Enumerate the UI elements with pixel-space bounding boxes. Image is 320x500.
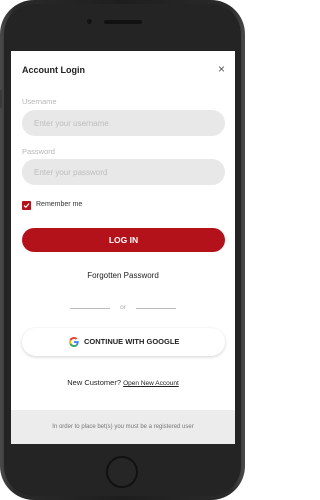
login-button[interactable]: LOG IN [22,228,225,252]
login-modal: Account Login × Username Password Rememb… [11,51,235,444]
password-label: Password [22,147,55,156]
google-button-label: CONTINUE WITH GOOGLE [84,337,180,346]
volume-button [0,90,2,108]
new-customer-row: New Customer? Open New Account [11,378,235,387]
earpiece-speaker [104,20,142,24]
modal-header: Account Login × [11,51,235,89]
forgotten-password-link[interactable]: Forgotten Password [11,271,235,280]
divider-right [136,308,176,309]
home-button[interactable] [106,456,138,488]
username-input[interactable] [22,110,225,136]
new-customer-prompt: New Customer? [67,378,122,387]
remember-me-checkbox[interactable] [22,201,31,210]
google-icon [69,337,79,347]
username-label: Username [22,97,57,106]
phone-frame: Account Login × Username Password Rememb… [0,0,245,500]
password-input[interactable] [22,159,225,185]
checkmark-icon [23,203,30,209]
registration-notice: In order to place bet(s) you must be a r… [52,424,194,430]
open-new-account-link[interactable]: Open New Account [123,380,179,387]
front-sensor [87,19,92,24]
divider-or: or [120,304,126,311]
remember-me-label: Remember me [36,201,83,208]
close-icon[interactable]: × [218,62,225,76]
footer-notice: In order to place bet(s) you must be a r… [11,410,235,444]
modal-title: Account Login [22,65,85,75]
continue-with-google-button[interactable]: CONTINUE WITH GOOGLE [22,328,225,356]
